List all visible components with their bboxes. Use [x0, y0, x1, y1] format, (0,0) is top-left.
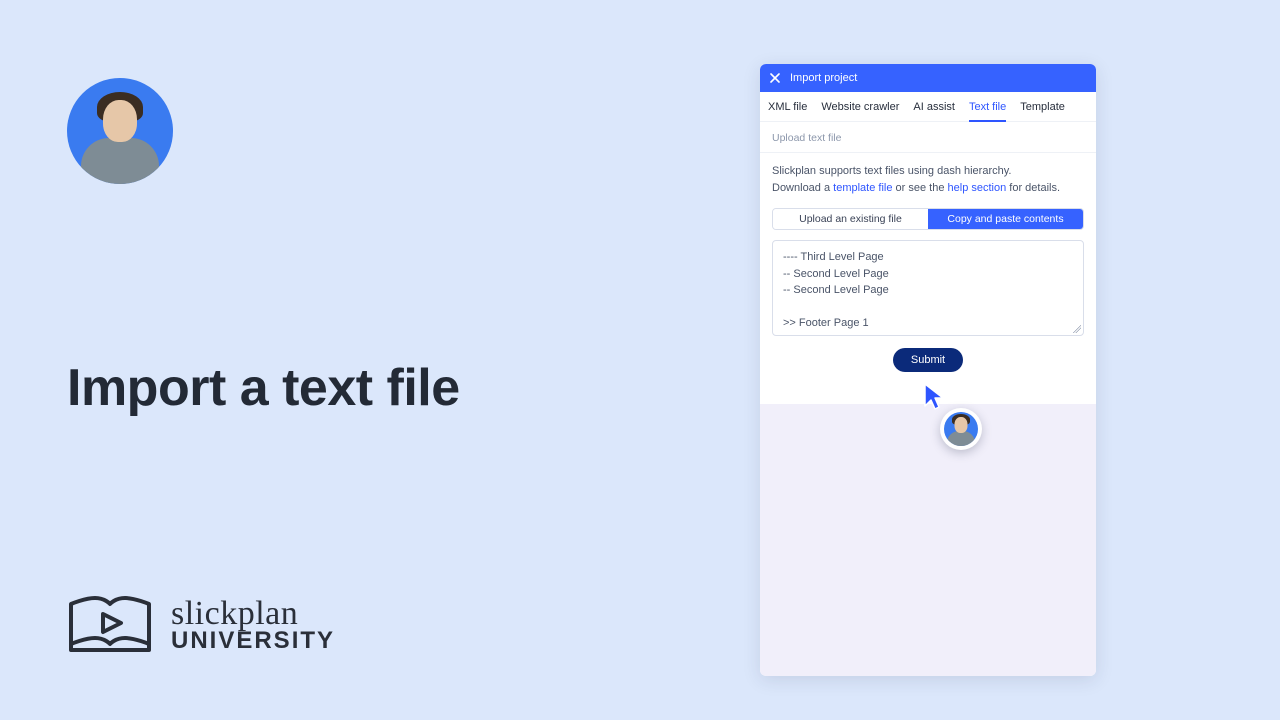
book-play-icon [67, 594, 153, 656]
tab-website-crawler[interactable]: Website crawler [821, 92, 899, 121]
panel-title: Import project [790, 72, 857, 84]
close-icon[interactable] [768, 71, 782, 85]
tab-ai-assist[interactable]: AI assist [913, 92, 955, 121]
import-panel: Import project XML file Website crawler … [760, 64, 1096, 676]
description: Slickplan supports text files using dash… [760, 153, 1096, 208]
brand-name: slickplan [171, 597, 335, 631]
desc-mid: or see the [892, 182, 947, 194]
tab-text-file[interactable]: Text file [969, 92, 1006, 121]
panel-header: Import project [760, 64, 1096, 92]
page-title: Import a text file [67, 358, 460, 418]
copy-paste-contents-button[interactable]: Copy and paste contents [928, 209, 1083, 229]
presenter-avatar [67, 78, 173, 184]
tab-xml-file[interactable]: XML file [768, 92, 807, 121]
panel-lower-bg [760, 404, 1096, 676]
tabs: XML file Website crawler AI assist Text … [760, 92, 1096, 122]
template-file-link[interactable]: template file [833, 182, 892, 194]
help-section-link[interactable]: help section [948, 182, 1007, 194]
section-label: Upload text file [760, 122, 1096, 153]
desc-line1: Slickplan supports text files using dash… [772, 163, 1084, 180]
desc-suffix: for details. [1006, 182, 1060, 194]
desc-prefix: Download a [772, 182, 833, 194]
input-mode-toggle: Upload an existing file Copy and paste c… [772, 208, 1084, 230]
tab-template[interactable]: Template [1020, 92, 1065, 121]
brand-sub: UNIVERSITY [171, 629, 335, 653]
content-textarea[interactable]: ---- Third Level Page -- Second Level Pa… [772, 240, 1084, 336]
upload-existing-file-button[interactable]: Upload an existing file [773, 209, 928, 229]
brand-logo: slickplan UNIVERSITY [67, 594, 335, 656]
cursor-avatar [940, 408, 982, 450]
submit-button[interactable]: Submit [893, 348, 963, 372]
